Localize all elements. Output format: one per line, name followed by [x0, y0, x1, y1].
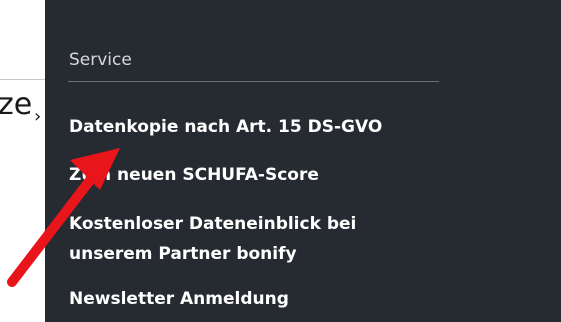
service-title-divider	[68, 81, 439, 82]
menu-item-newsletter[interactable]: Newsletter Anmeldung	[69, 284, 289, 314]
left-text-fragment: ze	[0, 87, 33, 122]
menu-item-schufa-score[interactable]: Zum neuen SCHUFA-Score	[69, 160, 319, 190]
page: ze › Service Datenkopie nach Art. 15 DS-…	[0, 0, 561, 322]
menu-item-datenkopie[interactable]: Datenkopie nach Art. 15 DS-GVO	[69, 112, 382, 142]
menu-item-bonify[interactable]: Kostenloser Dateneinblick bei unserem Pa…	[69, 209, 389, 269]
chevron-right-icon[interactable]: ›	[34, 108, 41, 126]
service-section-title: Service	[69, 50, 132, 70]
